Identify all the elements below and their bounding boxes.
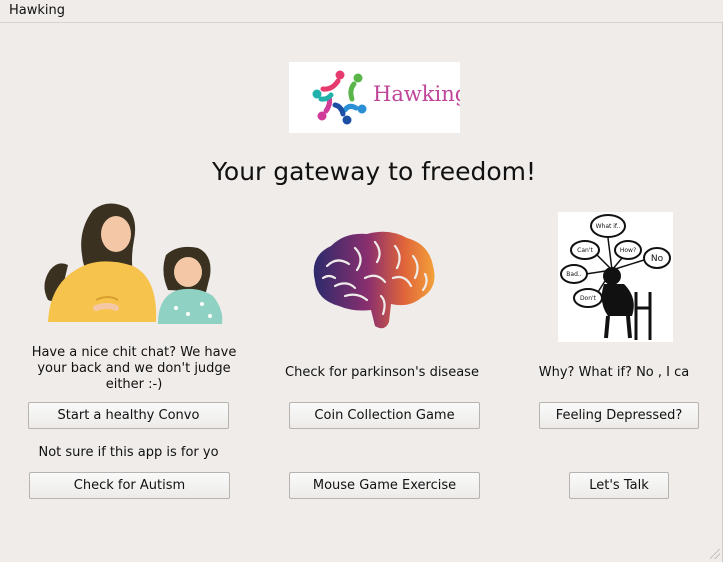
right-caption: Why? What if? No , I ca xyxy=(538,365,690,380)
logo-wordmark: Hawking xyxy=(373,82,460,106)
left-caption: Have a nice chit chat? We have your back… xyxy=(31,345,237,392)
hawking-logo: Hawking xyxy=(289,62,460,133)
menubar: Hawking xyxy=(0,0,723,23)
bubble-what-if: What if.. xyxy=(596,223,621,230)
bubble-cant: Can't xyxy=(577,247,593,254)
check-for-autism-button[interactable]: Check for Autism xyxy=(29,472,230,499)
mouse-game-exercise-button[interactable]: Mouse Game Exercise xyxy=(289,472,480,499)
coin-collection-game-button[interactable]: Coin Collection Game xyxy=(289,402,480,429)
brain-illustration xyxy=(313,231,435,329)
bubble-how: How? xyxy=(620,247,636,254)
lets-talk-button[interactable]: Let's Talk xyxy=(569,472,669,499)
bubble-bad: Bad.. xyxy=(566,271,582,278)
page-title: Your gateway to freedom! xyxy=(211,157,537,186)
autism-prompt-caption: Not sure if this app is for yo xyxy=(38,445,219,460)
resize-grip-icon[interactable] xyxy=(710,549,720,559)
bubble-no: No xyxy=(651,254,664,264)
depression-illustration: What if.. Can't How? No Bad.. Don't xyxy=(558,212,673,342)
mother-child-illustration xyxy=(44,203,223,324)
app-menu[interactable]: Hawking xyxy=(9,3,65,18)
start-healthy-convo-button[interactable]: Start a healthy Convo xyxy=(28,402,229,429)
middle-caption: Check for parkinson's disease xyxy=(285,365,479,380)
logo-figures-icon xyxy=(312,70,367,125)
bubble-dont: Don't xyxy=(580,295,597,302)
feeling-depressed-button[interactable]: Feeling Depressed? xyxy=(539,402,699,429)
